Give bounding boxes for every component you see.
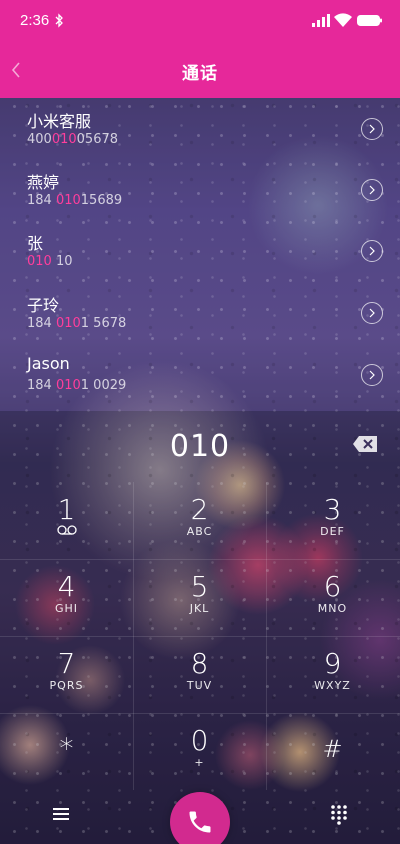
- phone-icon: [189, 811, 211, 833]
- key-7[interactable]: 7 PQRS: [0, 636, 133, 713]
- key-4[interactable]: 4 GHI: [0, 559, 133, 636]
- key-letters: GHI: [54, 602, 79, 615]
- matched-digits: 010: [27, 254, 52, 269]
- battery-icon: [357, 15, 382, 26]
- key-letters: ABC: [186, 525, 213, 538]
- contact-number: 184 0101 0029: [27, 378, 127, 393]
- dialer-screen: 2:36 通话 小米客服 40001005678 燕婷 184 01015689…: [0, 0, 400, 844]
- contact-item[interactable]: 张 010 10: [0, 220, 400, 282]
- contact-item[interactable]: Jason 184 0101 0029: [0, 344, 400, 406]
- contact-name: 子玲: [27, 296, 60, 315]
- key-digit: 2: [190, 493, 209, 526]
- call-button[interactable]: [170, 792, 230, 844]
- key-digit: *: [59, 732, 74, 765]
- menu-icon[interactable]: [50, 804, 72, 824]
- key-star[interactable]: *: [0, 713, 133, 790]
- contact-detail-button[interactable]: [361, 302, 383, 324]
- dialer-panel: 010 1 2 ABC 3 DEF 4 GHI 5 JKL 6 MNO 7 PQ…: [0, 411, 400, 844]
- key-digit: 1: [57, 493, 76, 526]
- bluetooth-icon: [55, 13, 63, 28]
- key-digit: 8: [190, 647, 209, 680]
- key-letters: PQRS: [49, 679, 84, 692]
- matched-digits: 010: [55, 378, 81, 393]
- keypad: 1 2 ABC 3 DEF 4 GHI 5 JKL 6 MNO 7 PQRS 8…: [0, 482, 400, 790]
- contact-name: 燕婷: [27, 173, 60, 192]
- voicemail-icon: [57, 525, 77, 535]
- key-3[interactable]: 3 DEF: [266, 482, 399, 559]
- key-digit: #: [322, 735, 343, 763]
- key-digit: 3: [323, 493, 342, 526]
- page-title: 通话: [182, 64, 218, 84]
- contact-number: 40001005678: [27, 132, 119, 147]
- status-time: 2:36: [20, 12, 50, 29]
- key-letters: +: [194, 756, 205, 769]
- key-digit: 6: [323, 570, 342, 603]
- signal-icon: [312, 14, 330, 27]
- key-digit: 0: [190, 724, 209, 757]
- chevron-right-icon: [369, 370, 375, 380]
- contact-item[interactable]: 小米客服 40001005678: [0, 98, 400, 160]
- key-2[interactable]: 2 ABC: [133, 482, 266, 559]
- chevron-right-icon: [369, 124, 375, 134]
- contact-item[interactable]: 子玲 184 0101 5678: [0, 282, 400, 344]
- contact-name: Jason: [27, 354, 70, 373]
- key-digit: 5: [190, 570, 209, 603]
- matched-digits: 010: [55, 193, 81, 208]
- chevron-right-icon: [369, 308, 375, 318]
- chevron-right-icon: [369, 185, 375, 195]
- contact-number: 184 0101 5678: [27, 316, 127, 331]
- matched-digits: 010: [51, 132, 77, 147]
- key-letters: JKL: [189, 602, 210, 615]
- top-bar: 2:36 通话: [0, 0, 400, 98]
- dialpad-icon[interactable]: [329, 803, 349, 825]
- contact-number: 184 01015689: [27, 193, 123, 208]
- key-digit: 7: [57, 647, 76, 680]
- contact-suggestion-list: 小米客服 40001005678 燕婷 184 01015689 张 010 1…: [0, 98, 400, 411]
- matched-digits: 010: [55, 316, 81, 331]
- key-0[interactable]: 0 +: [133, 713, 266, 790]
- dialed-number-display: 010: [169, 429, 231, 464]
- dialer-action-bar: [0, 790, 400, 844]
- backspace-icon[interactable]: [352, 435, 378, 453]
- key-letters: MNO: [317, 602, 348, 615]
- contact-name: 小米客服: [27, 112, 92, 131]
- key-5[interactable]: 5 JKL: [133, 559, 266, 636]
- key-9[interactable]: 9 WXYZ: [266, 636, 399, 713]
- wifi-icon: [334, 13, 352, 27]
- key-letters: WXYZ: [314, 679, 351, 692]
- contact-number: 010 10: [27, 254, 73, 269]
- chevron-right-icon: [369, 246, 375, 256]
- key-letters: TUV: [186, 679, 213, 692]
- key-8[interactable]: 8 TUV: [133, 636, 266, 713]
- contact-item[interactable]: 燕婷 184 01015689: [0, 159, 400, 221]
- key-digit: 4: [57, 570, 76, 603]
- contact-detail-button[interactable]: [361, 118, 383, 140]
- key-6[interactable]: 6 MNO: [266, 559, 399, 636]
- key-digit: 9: [323, 647, 342, 680]
- contact-name: 张: [27, 234, 44, 253]
- key-hash[interactable]: #: [266, 713, 399, 790]
- contact-detail-button[interactable]: [361, 364, 383, 386]
- contact-detail-button[interactable]: [361, 179, 383, 201]
- status-bar: 2:36: [0, 0, 400, 42]
- contact-detail-button[interactable]: [361, 240, 383, 262]
- key-letters: DEF: [320, 525, 345, 538]
- key-1[interactable]: 1: [0, 482, 133, 559]
